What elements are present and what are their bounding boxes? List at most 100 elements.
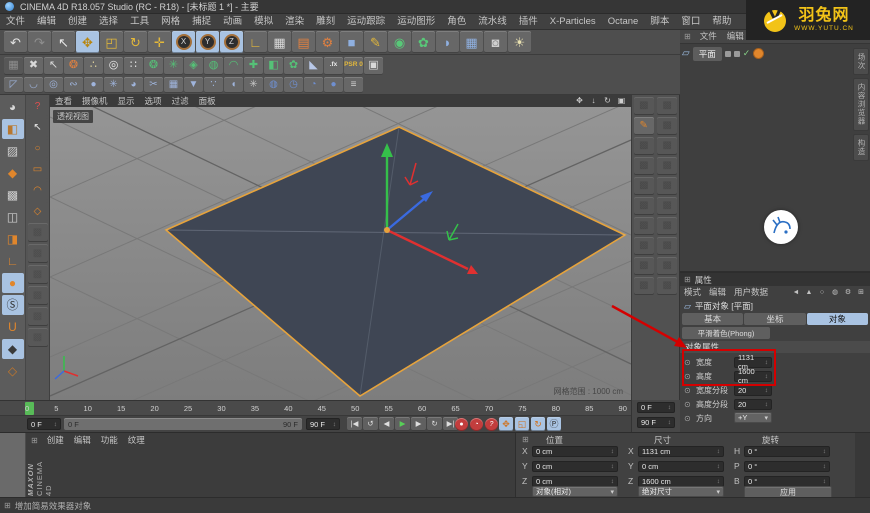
funnel-icon[interactable]: ▼ [184,77,203,93]
menu-item[interactable]: 帮助 [706,14,737,29]
ball-icon[interactable]: ◔ [304,77,323,93]
camera-icon[interactable]: ◙ [484,31,507,53]
disabled-slot-icon[interactable]: ▩ [633,237,654,255]
key-scale-toggle[interactable]: ◱ [515,417,529,431]
nav-back-icon[interactable]: ◄ [791,287,801,298]
disabled-slot-icon[interactable]: ▩ [657,117,678,135]
dock-tab[interactable]: 构造 [853,133,869,161]
xp-spline-icon[interactable]: ◠ [224,56,243,75]
disabled-slot-icon[interactable]: ▩ [633,217,654,235]
position-x-field[interactable]: 0 cm [532,446,618,457]
last-tool-icon[interactable]: ✛ [148,31,171,53]
menu-item[interactable]: 渲染 [279,14,310,29]
rotate-tool-icon[interactable]: ↻ [124,31,147,53]
xp-generator-icon[interactable]: ◈ [184,56,203,75]
capsule-icon[interactable]: ◖ [224,77,243,93]
autokey-button[interactable]: ◔ [470,418,483,431]
orientation-dropdown[interactable]: +Y [734,412,772,423]
orange-gear-icon[interactable]: ❂ [64,56,83,75]
dolly-view-icon[interactable]: ↓ [588,96,599,106]
light-icon[interactable]: ☀ [508,31,531,53]
attribute-value-field[interactable]: 20 [734,398,772,410]
render-view-icon[interactable]: ▦ [268,31,291,53]
menu-item[interactable]: 创建 [62,14,93,29]
fx-icon[interactable]: .fx [324,56,343,75]
indent-list-icon[interactable]: ≡ [344,77,363,93]
position-y-field[interactable]: 0 cm [532,461,618,472]
scale-tool-icon[interactable]: ◰ [100,31,123,53]
menu-item[interactable]: 流水线 [472,14,513,29]
mouse-mode-icon[interactable]: ● [1,273,24,293]
keyframe-help-button[interactable]: ? [485,418,498,431]
prev-frame-button[interactable]: ◀ [379,417,394,431]
undo-icon[interactable]: ↶ [4,31,27,53]
layer-dot-icon[interactable] [733,50,740,57]
cursor-icon[interactable]: ↖ [27,118,48,137]
attributes-menu-item[interactable]: 编辑 [705,285,730,300]
loop-button[interactable]: ↻ [427,417,442,431]
bowl-icon[interactable]: ◡ [24,77,43,93]
record-state-icon[interactable]: ▣ [364,56,383,75]
subdivision-surface-icon[interactable]: ◉ [388,31,411,53]
material-menu-item[interactable]: 编辑 [69,433,96,448]
corner-arrow-icon[interactable]: ◸ [4,77,23,93]
panel-menu-icon[interactable] [31,436,38,445]
keyframe-dot-icon[interactable] [684,386,691,395]
viewport-menu-item[interactable]: 查看 [50,95,77,107]
disabled-slot-icon[interactable]: ▩ [633,157,654,175]
record-keyframe-button[interactable]: ● [455,418,468,431]
viewport-menu-item[interactable]: 选项 [140,95,167,107]
disabled-slot-icon[interactable]: ▩ [657,237,678,255]
keyframe-dot-icon[interactable] [684,400,691,409]
disabled-slot-icon[interactable]: ▩ [657,257,678,275]
mesh-grid-icon[interactable]: ▦ [164,77,183,93]
material-menu-item[interactable]: 纹理 [123,433,150,448]
end-frame-field[interactable]: 90 F [306,418,340,430]
lock-icon[interactable]: ◍ [830,287,840,298]
tab-coordinates[interactable]: 坐标 [744,313,806,325]
lasso-select-icon[interactable]: ◠ [27,181,48,200]
viewport-menu-item[interactable]: 摄像机 [77,95,113,107]
menu-item[interactable]: 网格 [155,14,186,29]
live-selection-icon[interactable]: ↖ [52,31,75,53]
render-to-picture-icon[interactable]: ▤ [292,31,315,53]
search-icon[interactable]: ○ [817,287,827,298]
gray-burst-icon[interactable]: ✳ [244,77,263,93]
floor-icon[interactable]: ▦ [460,31,483,53]
object-row-plane[interactable]: ▱ 平面 ✓ [682,46,765,61]
model-mode-icon[interactable]: ◧ [1,119,24,139]
play-reverse-button[interactable]: ↺ [363,417,378,431]
disabled-slot-icon[interactable]: ▩ [633,177,654,195]
go-start-button[interactable]: |◀ [347,417,362,431]
position-mode-dropdown[interactable]: 对象(相对) [532,486,618,497]
droplet-icon[interactable]: ● [84,77,103,93]
menu-item[interactable]: 捕捉 [186,14,217,29]
panel-menu-icon[interactable] [684,32,691,41]
texture-mode-icon[interactable]: ▨ [1,141,24,161]
phong-tag-icon[interactable] [753,48,765,59]
polygons-mode-icon[interactable]: ◨ [1,229,24,249]
disabled-slot-icon[interactable]: ▩ [633,277,654,295]
attribute-value-field[interactable]: 1600 cm [734,367,772,385]
globe-icon[interactable]: ◍ [264,77,283,93]
deformer-icon[interactable]: ✿ [412,31,435,53]
menu-item[interactable]: 文件 [0,14,31,29]
z-axis-lock-icon[interactable]: Z [220,31,243,53]
snap-icon[interactable]: Ⓢ [1,295,24,315]
clock-icon[interactable]: ◷ [284,77,303,93]
timeline-slider[interactable]: 0 F 90 F [64,418,302,430]
disabled-slot-icon[interactable]: ▩ [657,137,678,155]
gear-icon[interactable]: ⚙ [843,287,853,298]
size-mode-dropdown[interactable]: 绝对尺寸 [638,486,724,497]
disabled-slot-icon[interactable]: ▩ [27,307,48,326]
disabled-slot-icon[interactable]: ▩ [27,244,48,263]
rotate-view-icon[interactable]: ↻ [602,96,613,106]
menu-item[interactable]: 编辑 [31,14,62,29]
menu-item[interactable]: 雕刻 [310,14,341,29]
menu-item[interactable]: 选择 [93,14,124,29]
menu-item[interactable]: 工具 [124,14,155,29]
disabled-slot-icon[interactable]: ▩ [633,137,654,155]
attribute-value-field[interactable]: 20 [734,384,772,396]
grid-points-icon[interactable]: ∷ [124,56,143,75]
workplane-unlock-icon[interactable]: ◇ [1,361,24,381]
